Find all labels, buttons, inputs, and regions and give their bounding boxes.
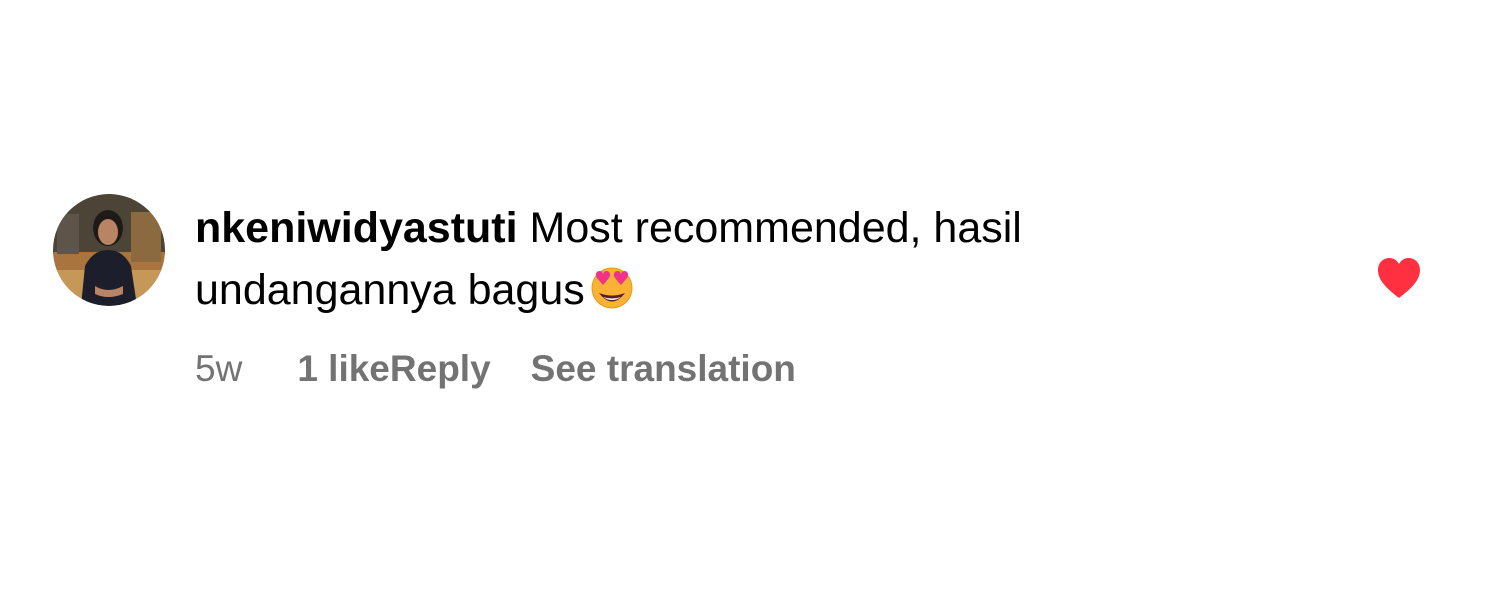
timestamp: 5w	[195, 348, 243, 389]
username-link[interactable]: nkeniwidyastuti	[195, 204, 518, 252]
comment-item: nkeniwidyastuti Most recommended, hasil …	[0, 0, 1500, 608]
see-translation-button[interactable]: See translation	[531, 348, 796, 389]
comment-meta: 5w 1 likeReply See translation	[195, 344, 796, 394]
heart-eyes-emoji-icon	[587, 262, 637, 312]
comment-text-block: nkeniwidyastuti Most recommended, hasil …	[195, 197, 1145, 321]
avatar[interactable]	[53, 194, 165, 306]
reply-button[interactable]: Reply	[390, 348, 491, 389]
comment-body: nkeniwidyastuti Most recommended, hasil …	[195, 197, 1195, 321]
avatar-photo	[53, 194, 165, 306]
likes-count-button[interactable]: 1 like	[297, 348, 390, 389]
like-heart-icon[interactable]	[1376, 256, 1422, 300]
